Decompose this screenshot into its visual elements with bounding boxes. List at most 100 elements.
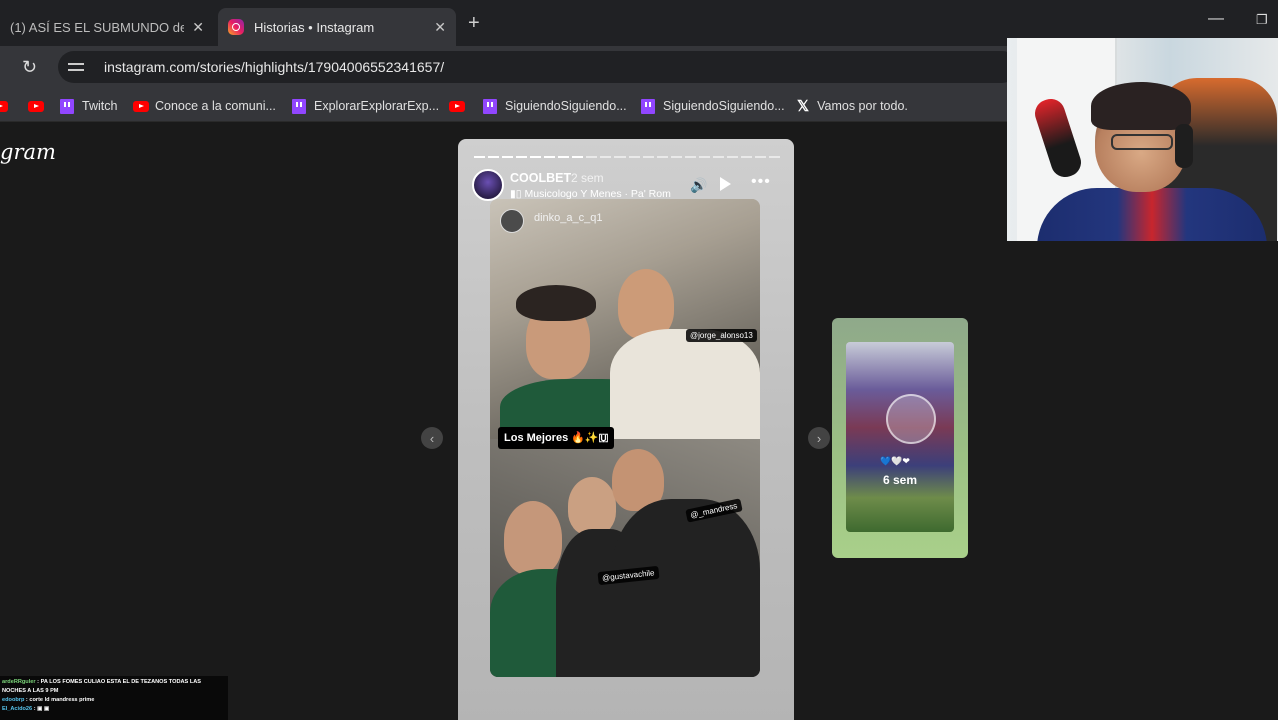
- progress-segment: [586, 156, 598, 158]
- progress-segment: [740, 156, 752, 158]
- twitch-icon: [483, 98, 497, 114]
- chat-text: ▣ ▣: [37, 705, 50, 712]
- chat-username: El_Acido26: [2, 705, 33, 712]
- twitch-icon: [60, 98, 74, 114]
- new-tab-button[interactable]: +: [468, 12, 480, 35]
- bookmark-youtube[interactable]: [449, 97, 471, 115]
- bookmark-x[interactable]: 𝕏 Vamos por todo.: [797, 97, 908, 115]
- progress-segment: [754, 156, 766, 158]
- x-icon: 𝕏: [797, 98, 810, 115]
- chat-text: corte ld mandress prime: [29, 696, 95, 703]
- tab-youtube-video[interactable]: (1) ASÍ ES EL SUBMUNDO de RI ✕: [0, 8, 214, 46]
- youtube-icon: [133, 100, 149, 112]
- restore-icon[interactable]: ❐: [1256, 12, 1268, 28]
- bookmark-siguiendo[interactable]: SiguiendoSiguiendo...: [483, 97, 627, 115]
- photo-bottom-pane: [490, 439, 760, 677]
- photo-top-pane: [490, 199, 760, 449]
- tab-label: Historias • Instagram: [254, 19, 375, 35]
- progress-segment: [684, 156, 696, 158]
- reload-icon[interactable]: ↻: [22, 57, 37, 78]
- story-progress-bar: [474, 156, 781, 158]
- avatar: [500, 209, 524, 233]
- youtube-icon: [0, 100, 8, 112]
- story-username[interactable]: COOLBET: [510, 171, 571, 185]
- chat-username: ardeRRguler: [2, 679, 36, 685]
- progress-segment: [572, 156, 584, 158]
- progress-segment: [530, 156, 542, 158]
- progress-segment: [712, 156, 724, 158]
- progress-segment: [558, 156, 570, 158]
- person-hair: [516, 285, 596, 321]
- stream-chat: ardeRRguler : PA LOS FOMES CULIAO ESTA E…: [0, 676, 228, 720]
- progress-segment: [642, 156, 654, 158]
- next-story-button[interactable]: ›: [808, 427, 830, 449]
- bookmark-youtube[interactable]: [28, 97, 50, 115]
- avatar[interactable]: [472, 169, 504, 201]
- progress-segment: [502, 156, 514, 158]
- progress-segment: [614, 156, 626, 158]
- bookmark-explorar[interactable]: ExplorarExplorarExp...: [292, 97, 439, 115]
- chat-message: edoobrp : corte ld mandress prime: [2, 696, 95, 703]
- url-text[interactable]: instagram.com/stories/highlights/1790400…: [104, 59, 444, 75]
- streamer-glasses: [1111, 134, 1173, 150]
- bookmark-label: SiguiendoSiguiendo...: [505, 99, 627, 113]
- preview-image: [846, 342, 954, 532]
- progress-segment: [516, 156, 528, 158]
- more-options-icon[interactable]: •••: [751, 173, 771, 191]
- person-face: [568, 477, 616, 535]
- volume-icon[interactable]: 🔊: [690, 177, 707, 194]
- twitch-icon: [641, 98, 655, 114]
- webcam-overlay: [1007, 38, 1278, 241]
- person-face: [504, 501, 562, 575]
- streamer-shirt: [1037, 188, 1267, 241]
- twitch-icon: [292, 98, 306, 114]
- progress-segment: [628, 156, 640, 158]
- minimize-icon[interactable]: —: [1208, 10, 1224, 28]
- close-icon[interactable]: ✕: [192, 19, 204, 36]
- youtube-icon: [28, 100, 44, 112]
- bookmark-label: Conoce a la comuni...: [155, 99, 276, 113]
- story-caption: Los Mejores 🔥✨🇺: [498, 427, 615, 449]
- preview-avatar-ring: [886, 394, 936, 444]
- bookmark-label: ExplorarExplorarExp...: [314, 99, 440, 113]
- story-viewer[interactable]: COOLBET 2 sem ▮▯ Musicologo Y Menes · Pa…: [458, 139, 794, 720]
- play-icon[interactable]: [720, 177, 731, 191]
- bookmark-twitch[interactable]: Twitch: [60, 97, 117, 115]
- photo-handle: dinko_a_c_q1: [534, 212, 603, 224]
- progress-segment: [726, 156, 738, 158]
- next-story-timestamp: 6 sem: [882, 473, 918, 487]
- bookmark-label: Vamos por todo.: [817, 99, 908, 113]
- story-timestamp: 2 sem: [571, 171, 604, 185]
- headset: [1175, 124, 1193, 168]
- chat-message: ardeRRguler : PA LOS FOMES CULIAO ESTA E…: [2, 679, 202, 694]
- person-shirt: [612, 499, 760, 677]
- progress-segment: [544, 156, 556, 158]
- progress-segment: [656, 156, 668, 158]
- progress-segment: [488, 156, 500, 158]
- chat-username: edoobrp: [2, 696, 25, 703]
- address-bar[interactable]: instagram.com/stories/highlights/1790400…: [58, 51, 1018, 83]
- tab-label: (1) ASÍ ES EL SUBMUNDO de RI: [10, 19, 185, 35]
- youtube-icon: [449, 100, 465, 112]
- next-story-preview[interactable]: 💙🤍❤ 6 sem: [832, 318, 968, 558]
- close-icon[interactable]: ✕: [434, 19, 446, 36]
- progress-segment: [670, 156, 682, 158]
- tab-instagram-stories[interactable]: Historias • Instagram ✕: [218, 8, 456, 46]
- instagram-icon: [228, 19, 244, 35]
- progress-segment: [698, 156, 710, 158]
- bookmark-label: SiguiendoSiguiendo...: [663, 99, 785, 113]
- bookmark-siguiendo[interactable]: SiguiendoSiguiendo...: [641, 97, 785, 115]
- previous-story-button[interactable]: ‹: [421, 427, 443, 449]
- site-info-icon[interactable]: [68, 60, 84, 74]
- hearts-icon: 💙🤍❤: [880, 456, 910, 466]
- instagram-logo[interactable]: gram: [0, 140, 56, 164]
- bookmark-youtube[interactable]: [0, 97, 14, 115]
- person-shirt: [610, 329, 760, 439]
- progress-segment: [474, 156, 486, 158]
- story-photo: dinko_a_c_q1 @jorge_alonso13 @_mandress …: [490, 199, 760, 677]
- mention-tag[interactable]: @jorge_alonso13: [686, 329, 757, 342]
- chat-message: El_Acido26 : ▣ ▣: [2, 705, 50, 712]
- progress-segment: [600, 156, 612, 158]
- bookmark-conoce[interactable]: Conoce a la comuni...: [133, 97, 276, 115]
- bookmark-label: Twitch: [82, 99, 118, 113]
